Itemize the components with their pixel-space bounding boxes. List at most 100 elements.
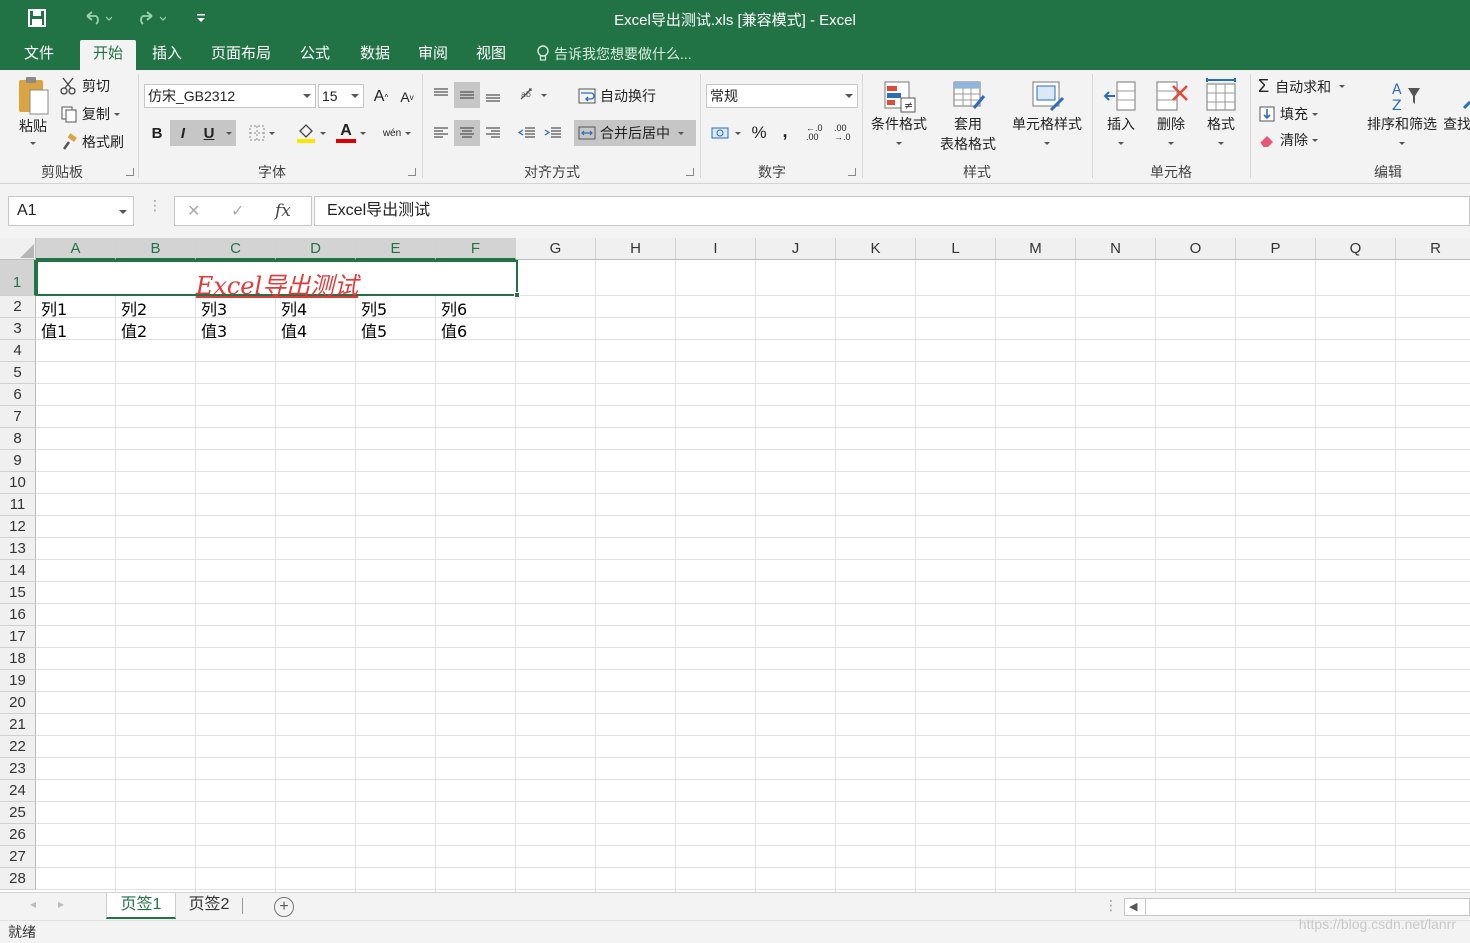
row-header-14[interactable]: 14 <box>0 560 36 582</box>
underline-dropdown-icon[interactable] <box>222 120 236 146</box>
cell-b3[interactable]: 值2 <box>117 318 147 342</box>
cell-c2[interactable]: 列3 <box>197 296 227 320</box>
formula-bar-grip-icon[interactable]: ⋮ <box>148 198 162 212</box>
orientation-button[interactable]: ab <box>514 82 552 108</box>
row-header-25[interactable]: 25 <box>0 802 36 824</box>
split-grip-icon[interactable]: ⋮ <box>1104 897 1118 914</box>
column-header-n[interactable]: N <box>1076 238 1156 260</box>
row-header-2[interactable]: 2 <box>0 296 36 318</box>
clear-button[interactable]: 清除 <box>1258 130 1318 150</box>
row-header-15[interactable]: 15 <box>0 582 36 604</box>
cell-f3[interactable]: 值6 <box>437 318 467 342</box>
name-box[interactable]: A1 <box>8 196 134 226</box>
decrease-indent-button[interactable] <box>514 120 540 146</box>
fill-handle[interactable] <box>514 292 520 298</box>
italic-button[interactable]: I <box>170 120 196 146</box>
scroll-sheets-right-icon[interactable]: ▸ <box>58 897 64 911</box>
column-header-f[interactable]: F <box>436 238 516 260</box>
cell-a2[interactable]: 列1 <box>37 296 67 320</box>
scroll-left-icon[interactable]: ◀ <box>1129 900 1137 913</box>
row-header-13[interactable]: 13 <box>0 538 36 560</box>
format-cells-button[interactable]: 格式 <box>1198 78 1244 145</box>
cell-styles-button[interactable]: 单元格样式 <box>1006 78 1088 145</box>
align-center-button[interactable] <box>454 120 480 146</box>
column-header-l[interactable]: L <box>916 238 996 260</box>
column-header-d[interactable]: D <box>276 238 356 260</box>
cell-e3[interactable]: 值5 <box>357 318 387 342</box>
cell-d2[interactable]: 列4 <box>277 296 307 320</box>
column-header-h[interactable]: H <box>596 238 676 260</box>
number-launcher-icon[interactable] <box>848 168 856 176</box>
align-right-button[interactable] <box>480 120 506 146</box>
row-header-20[interactable]: 20 <box>0 692 36 714</box>
tell-me-search[interactable]: 告诉我您想要做什么... <box>536 44 692 64</box>
cell-f2[interactable]: 列6 <box>437 296 467 320</box>
borders-button[interactable] <box>244 120 280 146</box>
horizontal-scrollbar[interactable]: ◀ <box>1124 898 1470 916</box>
shrink-font-button[interactable]: Av <box>394 84 420 110</box>
row-header-11[interactable]: 11 <box>0 494 36 516</box>
align-left-button[interactable] <box>428 120 454 146</box>
row-header-9[interactable]: 9 <box>0 450 36 472</box>
row-header-22[interactable]: 22 <box>0 736 36 758</box>
font-size-select[interactable]: 15 <box>318 84 364 108</box>
tab-formulas[interactable]: 公式 <box>290 40 340 70</box>
copy-button[interactable]: 复制 <box>60 104 120 124</box>
align-middle-button[interactable] <box>454 82 480 108</box>
conditional-format-button[interactable]: ≠ 条件格式 <box>866 78 932 145</box>
row-header-26[interactable]: 26 <box>0 824 36 846</box>
select-all-button[interactable] <box>0 238 36 260</box>
merge-center-button[interactable]: 合并后居中 <box>574 120 696 146</box>
row-header-8[interactable]: 8 <box>0 428 36 450</box>
increase-decimal-button[interactable]: ←.0 .00 <box>806 120 832 146</box>
tab-view[interactable]: 视图 <box>466 40 516 70</box>
tab-file[interactable]: 文件 <box>14 40 64 70</box>
add-sheet-icon[interactable]: + <box>274 897 294 917</box>
autosum-button[interactable]: Σ 自动求和 <box>1258 76 1346 97</box>
alignment-launcher-icon[interactable] <box>686 168 694 176</box>
column-header-q[interactable]: Q <box>1316 238 1396 260</box>
align-bottom-button[interactable] <box>480 82 506 108</box>
column-header-p[interactable]: P <box>1236 238 1316 260</box>
column-header-g[interactable]: G <box>516 238 596 260</box>
align-top-button[interactable] <box>428 82 454 108</box>
font-launcher-icon[interactable] <box>408 168 416 176</box>
column-header-e[interactable]: E <box>356 238 436 260</box>
sort-filter-button[interactable]: AZ 排序和筛选 <box>1362 78 1442 145</box>
insert-function-icon[interactable]: fx <box>275 201 291 221</box>
insert-cells-button[interactable]: 插入 <box>1098 78 1144 145</box>
enter-icon[interactable]: ✓ <box>231 201 244 221</box>
row-header-24[interactable]: 24 <box>0 780 36 802</box>
cell-b2[interactable]: 列2 <box>117 296 147 320</box>
column-header-j[interactable]: J <box>756 238 836 260</box>
row-header-16[interactable]: 16 <box>0 604 36 626</box>
number-format-select[interactable]: 常规 <box>706 84 858 108</box>
wrap-text-button[interactable]: 自动换行 <box>578 86 656 106</box>
row-header-28[interactable]: 28 <box>0 868 36 890</box>
column-header-a[interactable]: A <box>36 238 116 260</box>
cell-a1-merged[interactable]: Excel导出测试 <box>36 260 520 300</box>
delete-cells-button[interactable]: 删除 <box>1148 78 1194 145</box>
comma-style-button[interactable]: , <box>772 118 798 144</box>
accounting-format-button[interactable] <box>706 120 746 146</box>
clipboard-launcher-icon[interactable] <box>126 168 134 176</box>
sheet-tab-1[interactable]: 页签1 <box>106 893 176 919</box>
sheet-tab-2[interactable]: 页签2 <box>178 893 240 919</box>
row-header-12[interactable]: 12 <box>0 516 36 538</box>
row-header-27[interactable]: 27 <box>0 846 36 868</box>
tab-home[interactable]: 开始 <box>80 40 136 70</box>
format-painter-button[interactable]: 格式刷 <box>60 132 124 152</box>
cancel-icon[interactable]: ✕ <box>187 201 200 221</box>
row-header-6[interactable]: 6 <box>0 384 36 406</box>
column-header-r[interactable]: R <box>1396 238 1470 260</box>
tab-data[interactable]: 数据 <box>350 40 400 70</box>
row-header-18[interactable]: 18 <box>0 648 36 670</box>
scroll-sheets-left-icon[interactable]: ◂ <box>30 897 36 911</box>
row-header-7[interactable]: 7 <box>0 406 36 428</box>
column-header-c[interactable]: C <box>196 238 276 260</box>
row-header-3[interactable]: 3 <box>0 318 36 340</box>
column-header-b[interactable]: B <box>116 238 196 260</box>
grow-font-button[interactable]: A ^ <box>368 84 394 110</box>
cell-e2[interactable]: 列5 <box>357 296 387 320</box>
tab-insert[interactable]: 插入 <box>142 40 192 70</box>
